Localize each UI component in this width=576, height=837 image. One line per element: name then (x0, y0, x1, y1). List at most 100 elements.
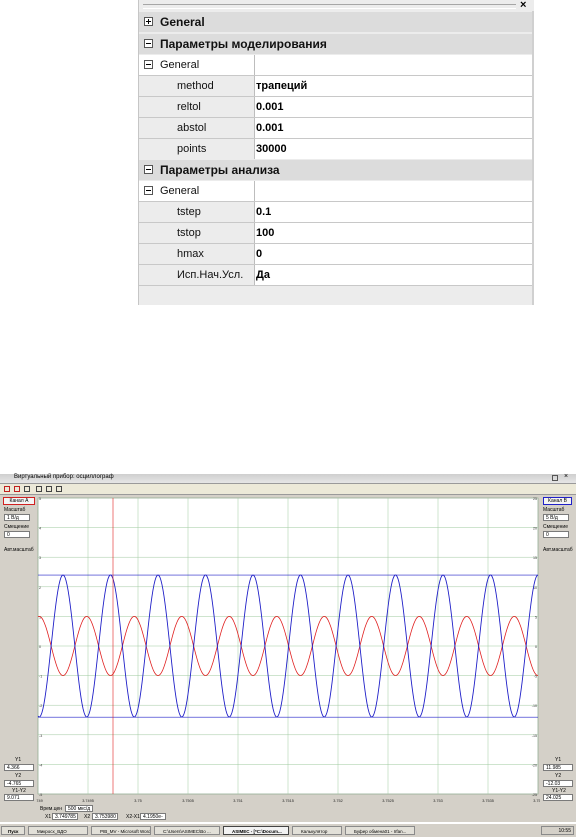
property-row-method[interactable]: method трапеций (139, 76, 532, 96)
property-value[interactable]: 0 (256, 248, 262, 260)
offset-field-a[interactable]: 0 (4, 531, 30, 538)
column-divider (254, 265, 255, 285)
time-per-div-field[interactable]: 500 мкс/д (65, 805, 93, 812)
offset-field-b[interactable]: 0 (543, 531, 569, 538)
close-icon[interactable]: × (564, 473, 568, 480)
collapse-icon[interactable] (144, 186, 153, 195)
x2-label: X2 (84, 814, 91, 820)
x1-label: X1 (45, 814, 52, 820)
expand-icon[interactable] (144, 17, 153, 26)
section-general[interactable]: General (139, 12, 532, 32)
property-row-hmax[interactable]: hmax 0 (139, 244, 532, 264)
x-tick-label: 3.7535 (482, 799, 494, 803)
window-title: Виртуальный прибор: осциллограф (14, 474, 114, 480)
taskbar-item[interactable]: ASIMEC - [*C:\Docum... (223, 826, 289, 835)
property-value[interactable]: Да (256, 269, 270, 281)
offset-label: Смещение (4, 524, 30, 530)
start-button[interactable]: Пуск (1, 826, 25, 835)
taskbar-item[interactable]: PIB_MV - Microsoft Word (91, 826, 151, 835)
taskbar-item[interactable]: Буфер обмена01 - Irfan... (345, 826, 415, 835)
section-simulation-params[interactable]: Параметры моделирования (139, 34, 532, 54)
toolbar (0, 484, 576, 495)
taskbar-item[interactable]: Микросх_ВДО (28, 826, 88, 835)
collapse-icon[interactable] (144, 165, 153, 174)
property-row-abstol[interactable]: abstol 0.001 (139, 118, 532, 138)
section-label: General (160, 15, 205, 29)
dy-value-b: 24.025 (543, 794, 573, 801)
property-name: points (177, 143, 207, 155)
y-tick-label-a: -5 (39, 793, 42, 797)
y-tick-label-a: -2 (39, 704, 42, 708)
group-general[interactable]: General (139, 55, 532, 75)
column-divider (254, 55, 255, 75)
taskbar-item[interactable]: C:\Users\ASIMEC\Bo ... (154, 826, 220, 835)
y1-label-a: Y1 (15, 757, 22, 763)
y-tick-label-b: -25 (532, 793, 537, 797)
collapse-icon[interactable] (144, 60, 153, 69)
zoom-icon[interactable] (46, 486, 52, 492)
property-value[interactable]: трапеций (256, 80, 307, 92)
property-name: reltol (177, 101, 201, 113)
column-divider (254, 244, 255, 264)
grid-icon[interactable] (56, 486, 62, 492)
copy-icon[interactable] (36, 486, 42, 492)
system-tray: 10:55 (541, 826, 574, 835)
autoscale-checkbox-b[interactable]: Авт.масштаб (543, 547, 573, 553)
section-label: Параметры анализа (160, 163, 280, 177)
x1-value: 3.749785 (52, 813, 78, 820)
property-name: method (177, 80, 214, 92)
panel-splitter[interactable] (143, 4, 516, 9)
probe-icon[interactable] (4, 486, 10, 492)
channel-b-button[interactable]: Канал В (543, 497, 572, 505)
scale-field-b[interactable]: 5 В/д (543, 514, 569, 521)
y2-value-a: -4.765 (4, 780, 34, 787)
y2-label-a: Y2 (15, 773, 22, 779)
scale-field-a[interactable]: 1 В/д (4, 514, 30, 521)
collapse-icon[interactable] (144, 39, 153, 48)
section-label: Параметры моделирования (160, 37, 327, 51)
y-tick-label-a: 4 (39, 527, 41, 531)
property-row-tstep[interactable]: tstep 0.1 (139, 202, 532, 222)
group-general[interactable]: General (139, 181, 532, 201)
scale-label: Масштаб (4, 507, 26, 513)
oscilloscope-plot[interactable]: 543210-1-2-3-4-52520151050-5-10-15-20-25… (36, 496, 540, 804)
section-analysis-params[interactable]: Параметры анализа (139, 160, 532, 180)
property-row-initial-conditions[interactable]: Исп.Нач.Усл. Да (139, 265, 532, 285)
column-divider (254, 76, 255, 96)
autoscale-checkbox-a[interactable]: Авт.масштаб (4, 547, 34, 553)
close-icon[interactable]: × (520, 0, 526, 11)
property-row-reltol[interactable]: reltol 0.001 (139, 97, 532, 117)
stop-icon[interactable] (24, 486, 30, 492)
y1-value-a: 4.366 (4, 764, 34, 771)
property-row-tstop[interactable]: tstop 100 (139, 223, 532, 243)
marker-icon[interactable] (14, 486, 20, 492)
y-tick-label-b: -20 (532, 763, 537, 767)
dx-value: 4.1950e- (140, 813, 166, 820)
oscilloscope-window: Виртуальный прибор: осциллограф × Канал … (0, 473, 576, 822)
column-divider (254, 139, 255, 159)
panel-border (532, 11, 534, 305)
window-titlebar[interactable]: Виртуальный прибор: осциллограф × (0, 473, 576, 484)
property-value[interactable]: 100 (256, 227, 274, 239)
column-divider (254, 202, 255, 222)
y1-value-b: 11.985 (543, 764, 573, 771)
y-tick-label-b: 0 (535, 645, 537, 649)
property-row-points[interactable]: points 30000 (139, 139, 532, 159)
taskbar-item[interactable]: Калькулятор (292, 826, 342, 835)
maximize-icon[interactable] (552, 475, 558, 481)
y-tick-label-a: 2 (39, 586, 41, 590)
y-tick-label-a: -1 (39, 675, 42, 679)
property-value[interactable]: 0.001 (256, 122, 284, 134)
y-tick-label-a: 0 (39, 645, 41, 649)
column-divider (254, 181, 255, 201)
property-value[interactable]: 0.001 (256, 101, 284, 113)
y-tick-label-b: 5 (535, 615, 537, 619)
row-separator (139, 285, 532, 286)
channel-a-button[interactable]: Канал А (3, 497, 35, 505)
windows-taskbar: Пуск Микросх_ВДО PIB_MV - Microsoft Word… (0, 823, 576, 837)
x-tick-label: 3.7505 (182, 799, 194, 803)
x-tick-label: 3.7525 (382, 799, 394, 803)
property-value[interactable]: 0.1 (256, 206, 271, 218)
property-value[interactable]: 30000 (256, 143, 287, 155)
property-name: hmax (177, 248, 204, 260)
